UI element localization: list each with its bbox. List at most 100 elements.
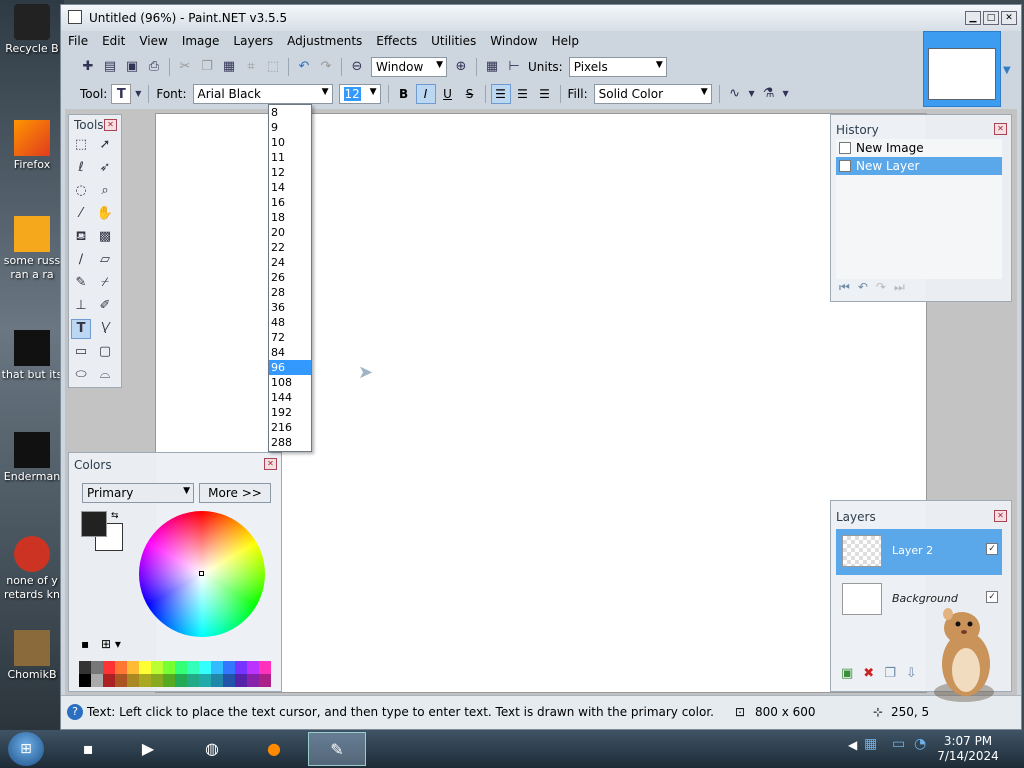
- align-left-icon[interactable]: ☰: [490, 84, 511, 104]
- desktop-icon-file-3[interactable]: none of y retards kn: [0, 536, 64, 602]
- freeform-shape-icon[interactable]: ⌓: [95, 365, 115, 385]
- start-button[interactable]: ⊞: [8, 732, 44, 766]
- menu-file[interactable]: File: [61, 31, 95, 53]
- font-combo[interactable]: Arial Black ▼: [192, 84, 333, 104]
- zoom-in-icon[interactable]: ⊕: [451, 57, 471, 77]
- open-folder-icon[interactable]: ▤: [100, 57, 120, 77]
- menu-view[interactable]: View: [132, 31, 174, 53]
- crop-icon[interactable]: ⌗: [241, 57, 261, 77]
- align-center-icon[interactable]: ☰: [513, 84, 533, 104]
- color-picker-icon[interactable]: ⌿: [95, 273, 115, 293]
- pan-icon[interactable]: ✋: [95, 204, 115, 224]
- font-size-combo[interactable]: 12 ▼: [338, 84, 381, 104]
- taskbar-app-terminal-icon[interactable]: ▪: [66, 732, 110, 766]
- duplicate-layer-icon[interactable]: ❐: [884, 666, 896, 681]
- close-icon[interactable]: ✕: [104, 119, 117, 131]
- desktop-icon-firefox[interactable]: Firefox: [0, 120, 64, 172]
- font-size-option[interactable]: 9: [269, 120, 311, 135]
- font-size-option[interactable]: 36: [269, 300, 311, 315]
- tray-network-icon[interactable]: ▦: [864, 736, 877, 752]
- font-size-option[interactable]: 26: [269, 270, 311, 285]
- font-size-option[interactable]: 84: [269, 345, 311, 360]
- color-wheel[interactable]: [139, 511, 265, 637]
- move-selection-icon[interactable]: ➚: [95, 135, 115, 155]
- taskbar-app-globe-icon[interactable]: ◍: [190, 732, 234, 766]
- font-size-option[interactable]: 10: [269, 135, 311, 150]
- print-icon[interactable]: ⎙: [144, 57, 164, 77]
- ruler-icon[interactable]: ⊢: [504, 57, 524, 77]
- ellipse-icon[interactable]: ⬭: [71, 365, 91, 385]
- clone-stamp-icon[interactable]: ⊥: [71, 296, 91, 316]
- menu-utilities[interactable]: Utilities: [424, 31, 483, 53]
- units-combo[interactable]: Pixels ▼: [568, 57, 667, 77]
- taskbar-app-firefox-icon[interactable]: ●: [252, 732, 296, 766]
- title-bar[interactable]: Untitled (96%) - Paint.NET v3.5.5 ▁ □ ✕: [61, 5, 1021, 31]
- cut-icon[interactable]: ✂: [175, 57, 195, 77]
- image-thumbnail[interactable]: [923, 31, 1001, 107]
- menu-help[interactable]: Help: [545, 31, 586, 53]
- undo-icon[interactable]: ↶: [294, 57, 314, 77]
- delete-layer-icon[interactable]: ✖: [863, 666, 874, 681]
- desktop-icon-recycle-bin[interactable]: Recycle B: [0, 4, 64, 56]
- close-icon[interactable]: ✕: [264, 458, 277, 470]
- menu-window[interactable]: Window: [483, 31, 544, 53]
- lasso-icon[interactable]: ℓ: [71, 158, 91, 178]
- text-tool-icon[interactable]: T: [71, 319, 91, 339]
- history-undo-icon[interactable]: ↶: [858, 280, 868, 295]
- chevron-down-icon[interactable]: ▼: [747, 84, 757, 104]
- font-size-option[interactable]: 144: [269, 390, 311, 405]
- menu-adjustments[interactable]: Adjustments: [280, 31, 369, 53]
- color-mode-combo[interactable]: Primary ▼: [82, 483, 194, 503]
- color-palette[interactable]: [79, 661, 271, 687]
- desktop-icon-file-1[interactable]: some russ ran a ra: [0, 216, 64, 282]
- underline-button[interactable]: U: [438, 84, 458, 104]
- maximize-button[interactable]: □: [983, 11, 999, 25]
- close-button[interactable]: ✕: [1001, 11, 1017, 25]
- rectangle-icon[interactable]: ▭: [71, 342, 91, 362]
- redo-icon[interactable]: ↷: [316, 57, 336, 77]
- move-layer-down-icon[interactable]: ⇩: [906, 666, 917, 681]
- font-size-option[interactable]: 8: [269, 105, 311, 120]
- font-size-option[interactable]: 18: [269, 210, 311, 225]
- deselect-icon[interactable]: ⬚: [263, 57, 283, 77]
- layer-visible-checkbox[interactable]: ✓: [986, 543, 998, 555]
- add-layer-icon[interactable]: ▣: [841, 666, 853, 681]
- desktop-icon-file-2[interactable]: that but its: [0, 330, 64, 382]
- chevron-down-icon[interactable]: ▼: [781, 84, 791, 104]
- italic-button[interactable]: I: [415, 84, 436, 104]
- swap-colors-icon[interactable]: ⇆: [111, 511, 119, 521]
- text-tool-icon[interactable]: T: [111, 84, 132, 104]
- font-size-option[interactable]: 48: [269, 315, 311, 330]
- align-right-icon[interactable]: ☰: [535, 84, 555, 104]
- gradient-icon[interactable]: ▩: [95, 227, 115, 247]
- eraser-icon[interactable]: ▱: [95, 250, 115, 270]
- close-icon[interactable]: ✕: [994, 510, 1007, 522]
- font-size-option[interactable]: 216: [269, 420, 311, 435]
- antialias-icon[interactable]: ∿: [725, 84, 745, 104]
- paste-icon[interactable]: ▦: [219, 57, 239, 77]
- close-icon[interactable]: ✕: [994, 123, 1007, 135]
- font-size-option[interactable]: 12: [269, 165, 311, 180]
- font-size-option[interactable]: 22: [269, 240, 311, 255]
- menu-effects[interactable]: Effects: [369, 31, 424, 53]
- more-colors-button[interactable]: More >>: [199, 483, 271, 503]
- history-item[interactable]: New Image: [836, 139, 1002, 157]
- grid-icon[interactable]: ▦: [482, 57, 502, 77]
- layer-row[interactable]: Layer 2 ✓: [836, 529, 1002, 575]
- rectangle-select-icon[interactable]: ⬚: [71, 135, 91, 155]
- desktop-icon-chomik[interactable]: ChomikB: [0, 630, 64, 682]
- add-palette-icon[interactable]: ▪: [81, 637, 89, 651]
- minimize-button[interactable]: ▁: [965, 11, 981, 25]
- blend-mode-icon[interactable]: ⚗: [759, 84, 779, 104]
- zoom-combo[interactable]: Window ▼: [371, 57, 447, 77]
- paintbrush-icon[interactable]: ∕: [71, 250, 91, 270]
- menu-edit[interactable]: Edit: [95, 31, 132, 53]
- chevron-down-icon[interactable]: ▼: [1003, 65, 1011, 76]
- font-size-option[interactable]: 288: [269, 435, 311, 450]
- font-size-option[interactable]: 11: [269, 150, 311, 165]
- font-size-option[interactable]: 72: [269, 330, 311, 345]
- menu-layers[interactable]: Layers: [226, 31, 280, 53]
- primary-color-swatch[interactable]: [81, 511, 107, 537]
- fill-combo[interactable]: Solid Color ▼: [593, 84, 712, 104]
- copy-icon[interactable]: ❐: [197, 57, 217, 77]
